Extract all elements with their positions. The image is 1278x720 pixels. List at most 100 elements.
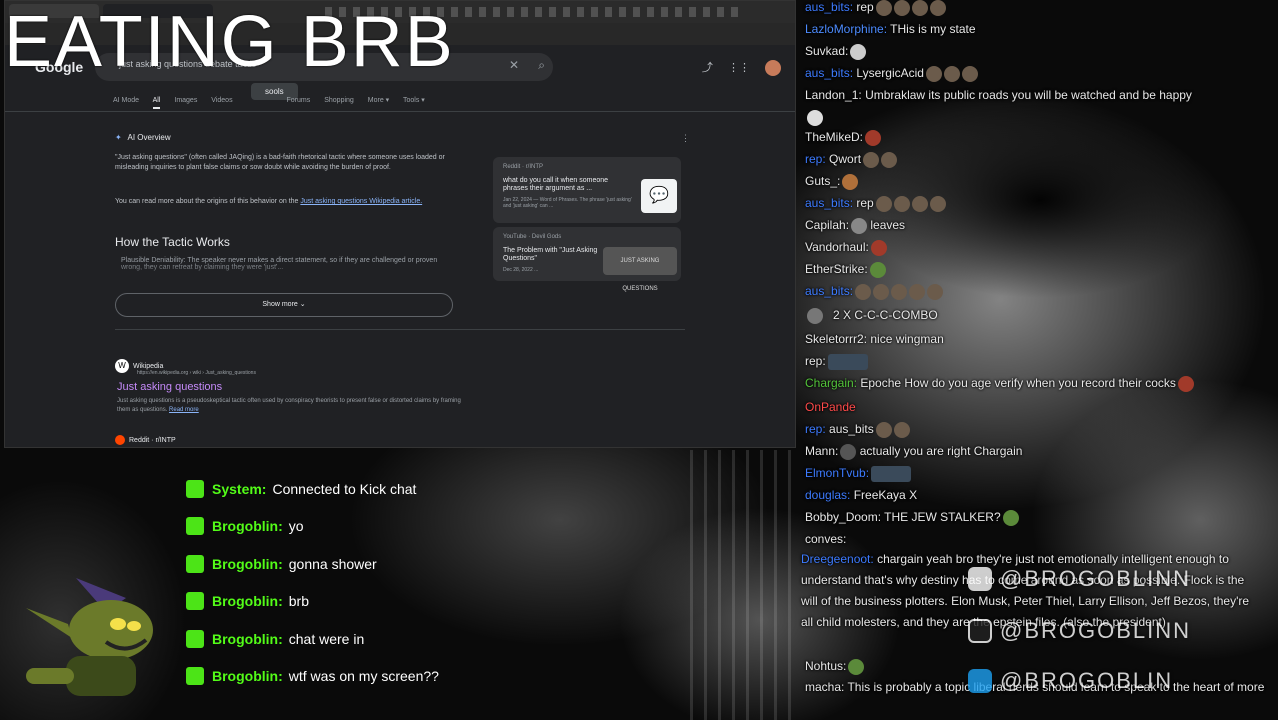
chat-username: Mann:	[805, 444, 839, 458]
chat-message: Bobby_Doom: THE JEW STALKER?	[805, 506, 1019, 528]
source-card[interactable]: Reddit · r/INTP what do you call it when…	[493, 157, 681, 223]
chat-message: ElmonTvub:	[805, 462, 912, 484]
chat-username: rep:	[805, 422, 826, 436]
reddit-icon	[115, 435, 125, 445]
ai-overview-label: AI Overview	[127, 133, 171, 142]
kick-username: Brogoblin:	[212, 593, 283, 610]
clear-icon[interactable]: ✕	[509, 58, 519, 72]
emote-icon	[891, 283, 908, 300]
kick-badge-icon	[186, 629, 204, 648]
reddit-source-name: Reddit · r/INTP	[129, 436, 176, 444]
chat-message: aus_bits:	[805, 280, 944, 302]
chat-message: rep: aus_bits	[805, 418, 910, 440]
chat-message: rep: Qwort	[805, 148, 898, 170]
emote-icon	[855, 283, 872, 300]
tab-images[interactable]: Images	[174, 97, 197, 104]
youtube-icon	[968, 567, 992, 591]
chat-username: Bobby_Doom:	[805, 510, 882, 524]
kick-username: Brogoblin:	[212, 555, 283, 572]
emote-icon	[848, 658, 865, 675]
emote-icon	[943, 65, 960, 82]
chat-username: TheMikeD:	[805, 130, 864, 144]
tab-tools[interactable]: Tools ▾	[403, 97, 425, 104]
emote-icon	[1177, 375, 1194, 392]
kick-message: Brogoblin: brb	[186, 583, 439, 621]
kick-message: System: Connected to Kick chat	[186, 470, 439, 508]
emote-icon	[827, 353, 868, 370]
kick-badge-icon	[186, 592, 204, 611]
card-title[interactable]: what do you call it when someone phrases…	[503, 177, 633, 193]
tab-videos[interactable]: Videos	[211, 97, 232, 104]
emote-icon	[927, 283, 944, 300]
apps-grid-icon[interactable]: ⋮⋮	[728, 62, 750, 74]
emote-icon	[911, 0, 928, 16]
chat-message: OnPande	[805, 396, 856, 418]
emote-icon	[875, 195, 892, 212]
chat-message: 2 X C-C-C-COMBO	[805, 304, 938, 326]
avatar[interactable]	[765, 60, 781, 77]
divider	[115, 329, 685, 330]
kick-username: Brogoblin:	[212, 630, 283, 647]
chat-message: aus_bits: rep	[805, 0, 946, 18]
chat-username: Skeletorrr2:	[805, 332, 868, 346]
wikipedia-link[interactable]: Just asking questions Wikipedia article.	[300, 198, 422, 205]
chat-username: Landon_1:	[805, 88, 862, 102]
search-icon[interactable]: ⌕	[538, 58, 545, 73]
chat-text: Epoche How do you age verify when you re…	[857, 376, 1176, 390]
google-results-page: Google just asking questions debate tact…	[5, 45, 795, 447]
emote-icon	[961, 65, 978, 82]
chat-message: Nohtus:	[805, 655, 865, 677]
chat-username: aus_bits:	[805, 284, 854, 298]
chat-text: nice wingman	[867, 332, 944, 346]
instagram-icon	[968, 619, 992, 643]
emote-icon	[893, 421, 910, 438]
show-more-button[interactable]: Show more ⌄	[115, 293, 453, 317]
emote-icon	[842, 173, 859, 190]
chat-text: Umbraklaw its public roads you will be w…	[861, 88, 1192, 102]
read-more-link[interactable]: Read more	[169, 407, 199, 413]
emote-icon	[911, 195, 928, 212]
twitter-handle: @BROGOBLIN	[968, 668, 1173, 694]
chat-message: conves:	[805, 528, 846, 550]
kick-message: Brogoblin: wtf was on my screen??	[186, 658, 439, 696]
light-streaks	[690, 450, 800, 720]
chat-username: aus_bits:	[805, 0, 854, 14]
tab-all[interactable]: All	[152, 97, 161, 109]
emote-icon	[863, 151, 880, 168]
chat-message: Chargain: Epoche How do you age verify w…	[805, 372, 1194, 394]
kick-message: Brogoblin: gonna shower	[186, 545, 439, 583]
source-card[interactable]: YouTube · Devil Gods The Problem with "J…	[493, 227, 681, 292]
chat-message: Vandorhaul:	[805, 236, 887, 258]
kick-text: gonna shower	[288, 555, 377, 572]
chat-username: ElmonTvub:	[805, 466, 870, 480]
chat-text: rep	[853, 196, 874, 210]
emote-icon	[1002, 509, 1019, 526]
chat-text: FreeKaya X	[850, 488, 918, 502]
emote-icon	[929, 195, 946, 212]
chat-text: rep	[853, 0, 874, 14]
chat-username: rep:	[805, 152, 826, 166]
chat-username: Chargain:	[805, 376, 858, 390]
tab-shopping[interactable]: Shopping	[324, 97, 354, 104]
kick-username: System:	[212, 480, 267, 497]
wikipedia-icon: W	[115, 359, 129, 373]
chat-username: Dreegeenoot:	[801, 552, 874, 566]
emote-icon	[851, 217, 868, 234]
chat-message: Guts_:	[805, 170, 859, 192]
tab-ai-mode[interactable]: AI Mode	[113, 97, 139, 104]
ai-overview-text: "Just asking questions" (often called JA…	[115, 154, 445, 171]
video-thumbnail[interactable]: JUST ASKING QUESTIONS	[603, 247, 677, 292]
kick-badge-icon	[186, 554, 204, 573]
result-title[interactable]: Just asking questions	[117, 381, 222, 393]
result-source: Reddit · r/INTP	[115, 435, 176, 445]
tab-forums[interactable]: Forums	[287, 97, 311, 104]
more-options-icon[interactable]: ⋮	[681, 133, 690, 144]
chat-text: LysergicAcid	[853, 66, 924, 80]
ai-section-heading: How the Tactic Works	[115, 235, 230, 249]
twitter-text: @BROGOBLIN	[1000, 668, 1174, 693]
tab-more[interactable]: More ▾	[368, 97, 389, 104]
chat-username: Nohtus:	[805, 659, 847, 673]
chat-text: leaves	[867, 218, 906, 232]
share-icon[interactable]: ⤴	[702, 62, 713, 74]
emote-icon	[873, 283, 890, 300]
